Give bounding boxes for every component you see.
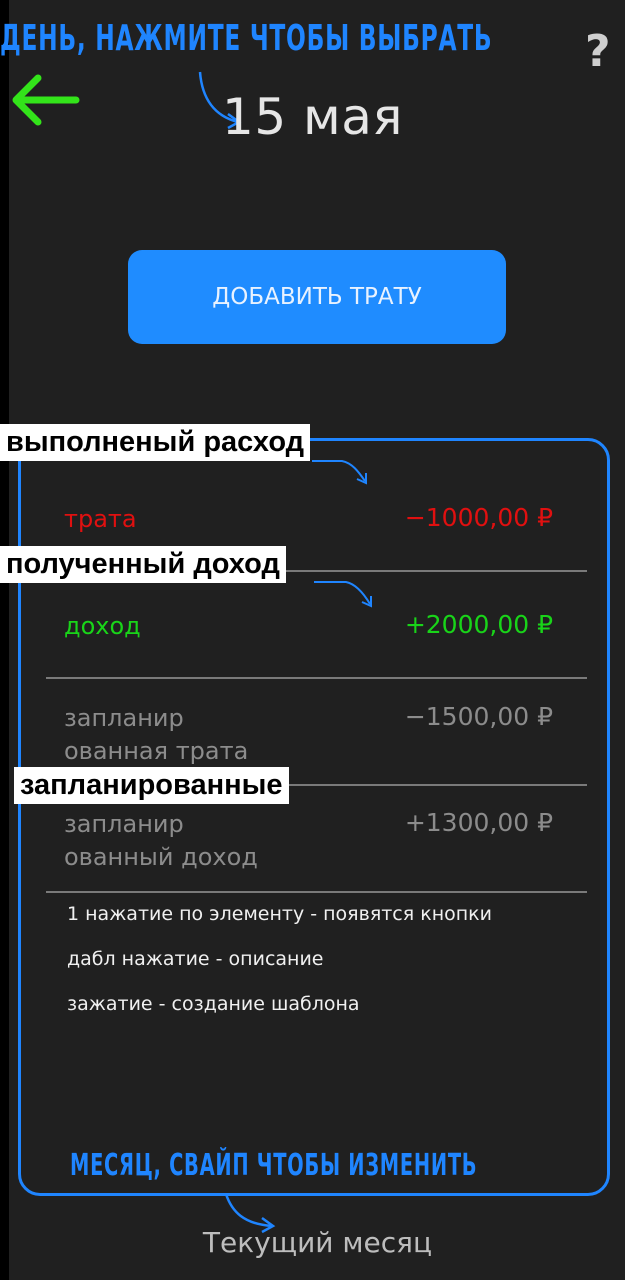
divider — [46, 677, 587, 679]
label-line: ованная трата — [64, 737, 249, 765]
hint-day-annotation: ДЕНЬ, НАЖМИТЕ ЧТОБЫ ВЫБРАТЬ — [0, 18, 493, 59]
divider — [46, 891, 587, 893]
entry-amount-income[interactable]: +2000,00 ₽ — [293, 610, 553, 639]
label-line: запланир — [64, 704, 184, 732]
entry-label-expense[interactable]: трата — [64, 503, 137, 536]
annotation-tag-done-expense: выполненый расход — [0, 424, 311, 461]
date-selector[interactable]: 15 мая — [0, 88, 625, 146]
label-line: запланир — [64, 810, 184, 838]
tip-text: зажатие - создание шаблона — [67, 993, 360, 1015]
entry-amount-expense[interactable]: −1000,00 ₽ — [293, 503, 553, 532]
tip-text: 1 нажатие по элементу - появятся кнопки — [67, 903, 492, 925]
add-expense-button[interactable]: ДОБАВИТЬ ТРАТУ — [128, 250, 506, 344]
help-icon[interactable]: ? — [585, 30, 611, 74]
annotation-arrow-icon — [312, 460, 367, 485]
label-line: ованный доход — [64, 843, 258, 871]
annotation-arrow-icon — [314, 581, 372, 608]
tip-text: дабл нажатие - описание — [67, 948, 324, 970]
entry-amount-planned-expense[interactable]: −1500,00 ₽ — [293, 702, 553, 731]
entry-label-planned-income[interactable]: запланир ованный доход — [64, 808, 258, 874]
entry-amount-planned-income[interactable]: +1300,00 ₽ — [293, 808, 553, 837]
annotation-tag-received-income: полученный доход — [0, 546, 286, 583]
month-selector[interactable]: Текущий месяц — [0, 1226, 625, 1259]
annotation-tag-planned: запланированные — [14, 767, 289, 804]
entry-label-planned-expense[interactable]: запланир ованная трата — [64, 702, 248, 768]
entry-label-income[interactable]: доход — [64, 610, 141, 643]
hint-month-annotation: МЕСЯЦ, СВАЙП ЧТОБЫ ИЗМЕНИТЬ — [70, 1148, 478, 1183]
